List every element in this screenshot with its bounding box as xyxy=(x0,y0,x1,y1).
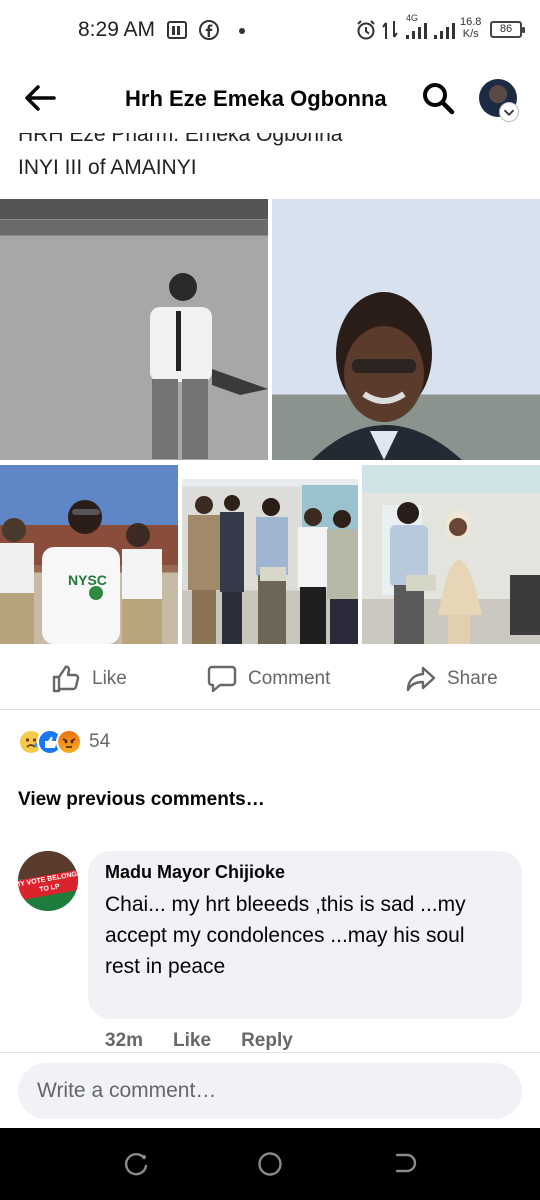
dot-icon xyxy=(239,28,245,34)
comment-author[interactable]: Madu Mayor Chijioke xyxy=(105,862,285,883)
post-text-line-2: INYI III of AMAINYI xyxy=(18,156,197,179)
angry-reaction-icon xyxy=(56,729,82,755)
share-button[interactable]: Share xyxy=(405,662,498,696)
post-photo-2[interactable] xyxy=(272,199,540,460)
share-label: Share xyxy=(447,668,498,689)
notification-icon xyxy=(167,21,187,39)
view-previous-comments-link[interactable]: View previous comments… xyxy=(18,789,265,811)
chevron-down-icon[interactable] xyxy=(499,102,519,122)
reaction-count: 54 xyxy=(89,731,111,752)
post-photo-4[interactable] xyxy=(182,465,358,644)
comment-meta: 32m Like Reply xyxy=(105,1030,293,1052)
photo-nysc-group: NYSC xyxy=(0,500,178,644)
status-bar: 8:29 AM 4G 16.8 K/s 86 xyxy=(0,0,540,62)
recent-apps-icon[interactable] xyxy=(122,1150,150,1178)
thumbs-up-icon xyxy=(52,665,80,693)
data-arrows-icon xyxy=(382,21,398,39)
commenter-avatar[interactable]: MY VOTE BELONGS TO LP xyxy=(18,851,78,911)
comment-bubble: Madu Mayor Chijioke Chai... my hrt bleee… xyxy=(88,851,522,1019)
photo-handover xyxy=(362,465,540,644)
alarm-icon xyxy=(357,20,375,40)
network-speed: 16.8 K/s xyxy=(460,16,482,40)
comment-reply-button[interactable]: Reply xyxy=(241,1030,293,1052)
post-photo-5[interactable] xyxy=(362,465,540,644)
photo-man-standing xyxy=(0,199,268,459)
comment-label: Comment xyxy=(248,668,331,689)
comment-bubble-icon xyxy=(207,665,237,693)
like-label: Like xyxy=(92,668,127,689)
reactions-summary[interactable]: 54 xyxy=(18,728,110,756)
top-header: Hrh Eze Emeka Ogbonna xyxy=(0,62,540,132)
photo-portrait xyxy=(312,292,462,460)
comment-text: Chai... my hrt bleeeds ,this is sad ...m… xyxy=(105,893,466,978)
like-button[interactable]: Like xyxy=(50,662,127,696)
photo-office-group xyxy=(182,465,358,644)
back-arrow-icon[interactable] xyxy=(20,78,60,118)
battery-icon: 86 xyxy=(490,21,525,38)
home-icon[interactable] xyxy=(256,1150,284,1178)
share-arrow-icon xyxy=(406,666,436,692)
search-icon[interactable] xyxy=(420,80,456,116)
post-actions-bar: Like Comment Share xyxy=(0,648,540,710)
comment-composer xyxy=(0,1052,540,1128)
comment-button[interactable]: Comment xyxy=(206,662,330,696)
comment-time: 32m xyxy=(105,1030,144,1051)
status-time: 8:29 AM xyxy=(78,18,156,41)
facebook-icon xyxy=(199,20,219,40)
write-comment-input[interactable] xyxy=(18,1063,522,1119)
nysc-shirt-text: NYSC xyxy=(68,572,107,588)
page-title[interactable]: Hrh Eze Emeka Ogbonna xyxy=(125,86,387,112)
signal-icon xyxy=(406,23,427,39)
comment-like-button[interactable]: Like xyxy=(173,1030,211,1052)
system-nav-bar xyxy=(0,1128,540,1200)
signal-icon-2 xyxy=(434,23,455,39)
back-icon[interactable] xyxy=(391,1150,419,1178)
post-photo-1[interactable] xyxy=(0,199,268,460)
post-photo-3[interactable]: NYSC xyxy=(0,465,178,644)
